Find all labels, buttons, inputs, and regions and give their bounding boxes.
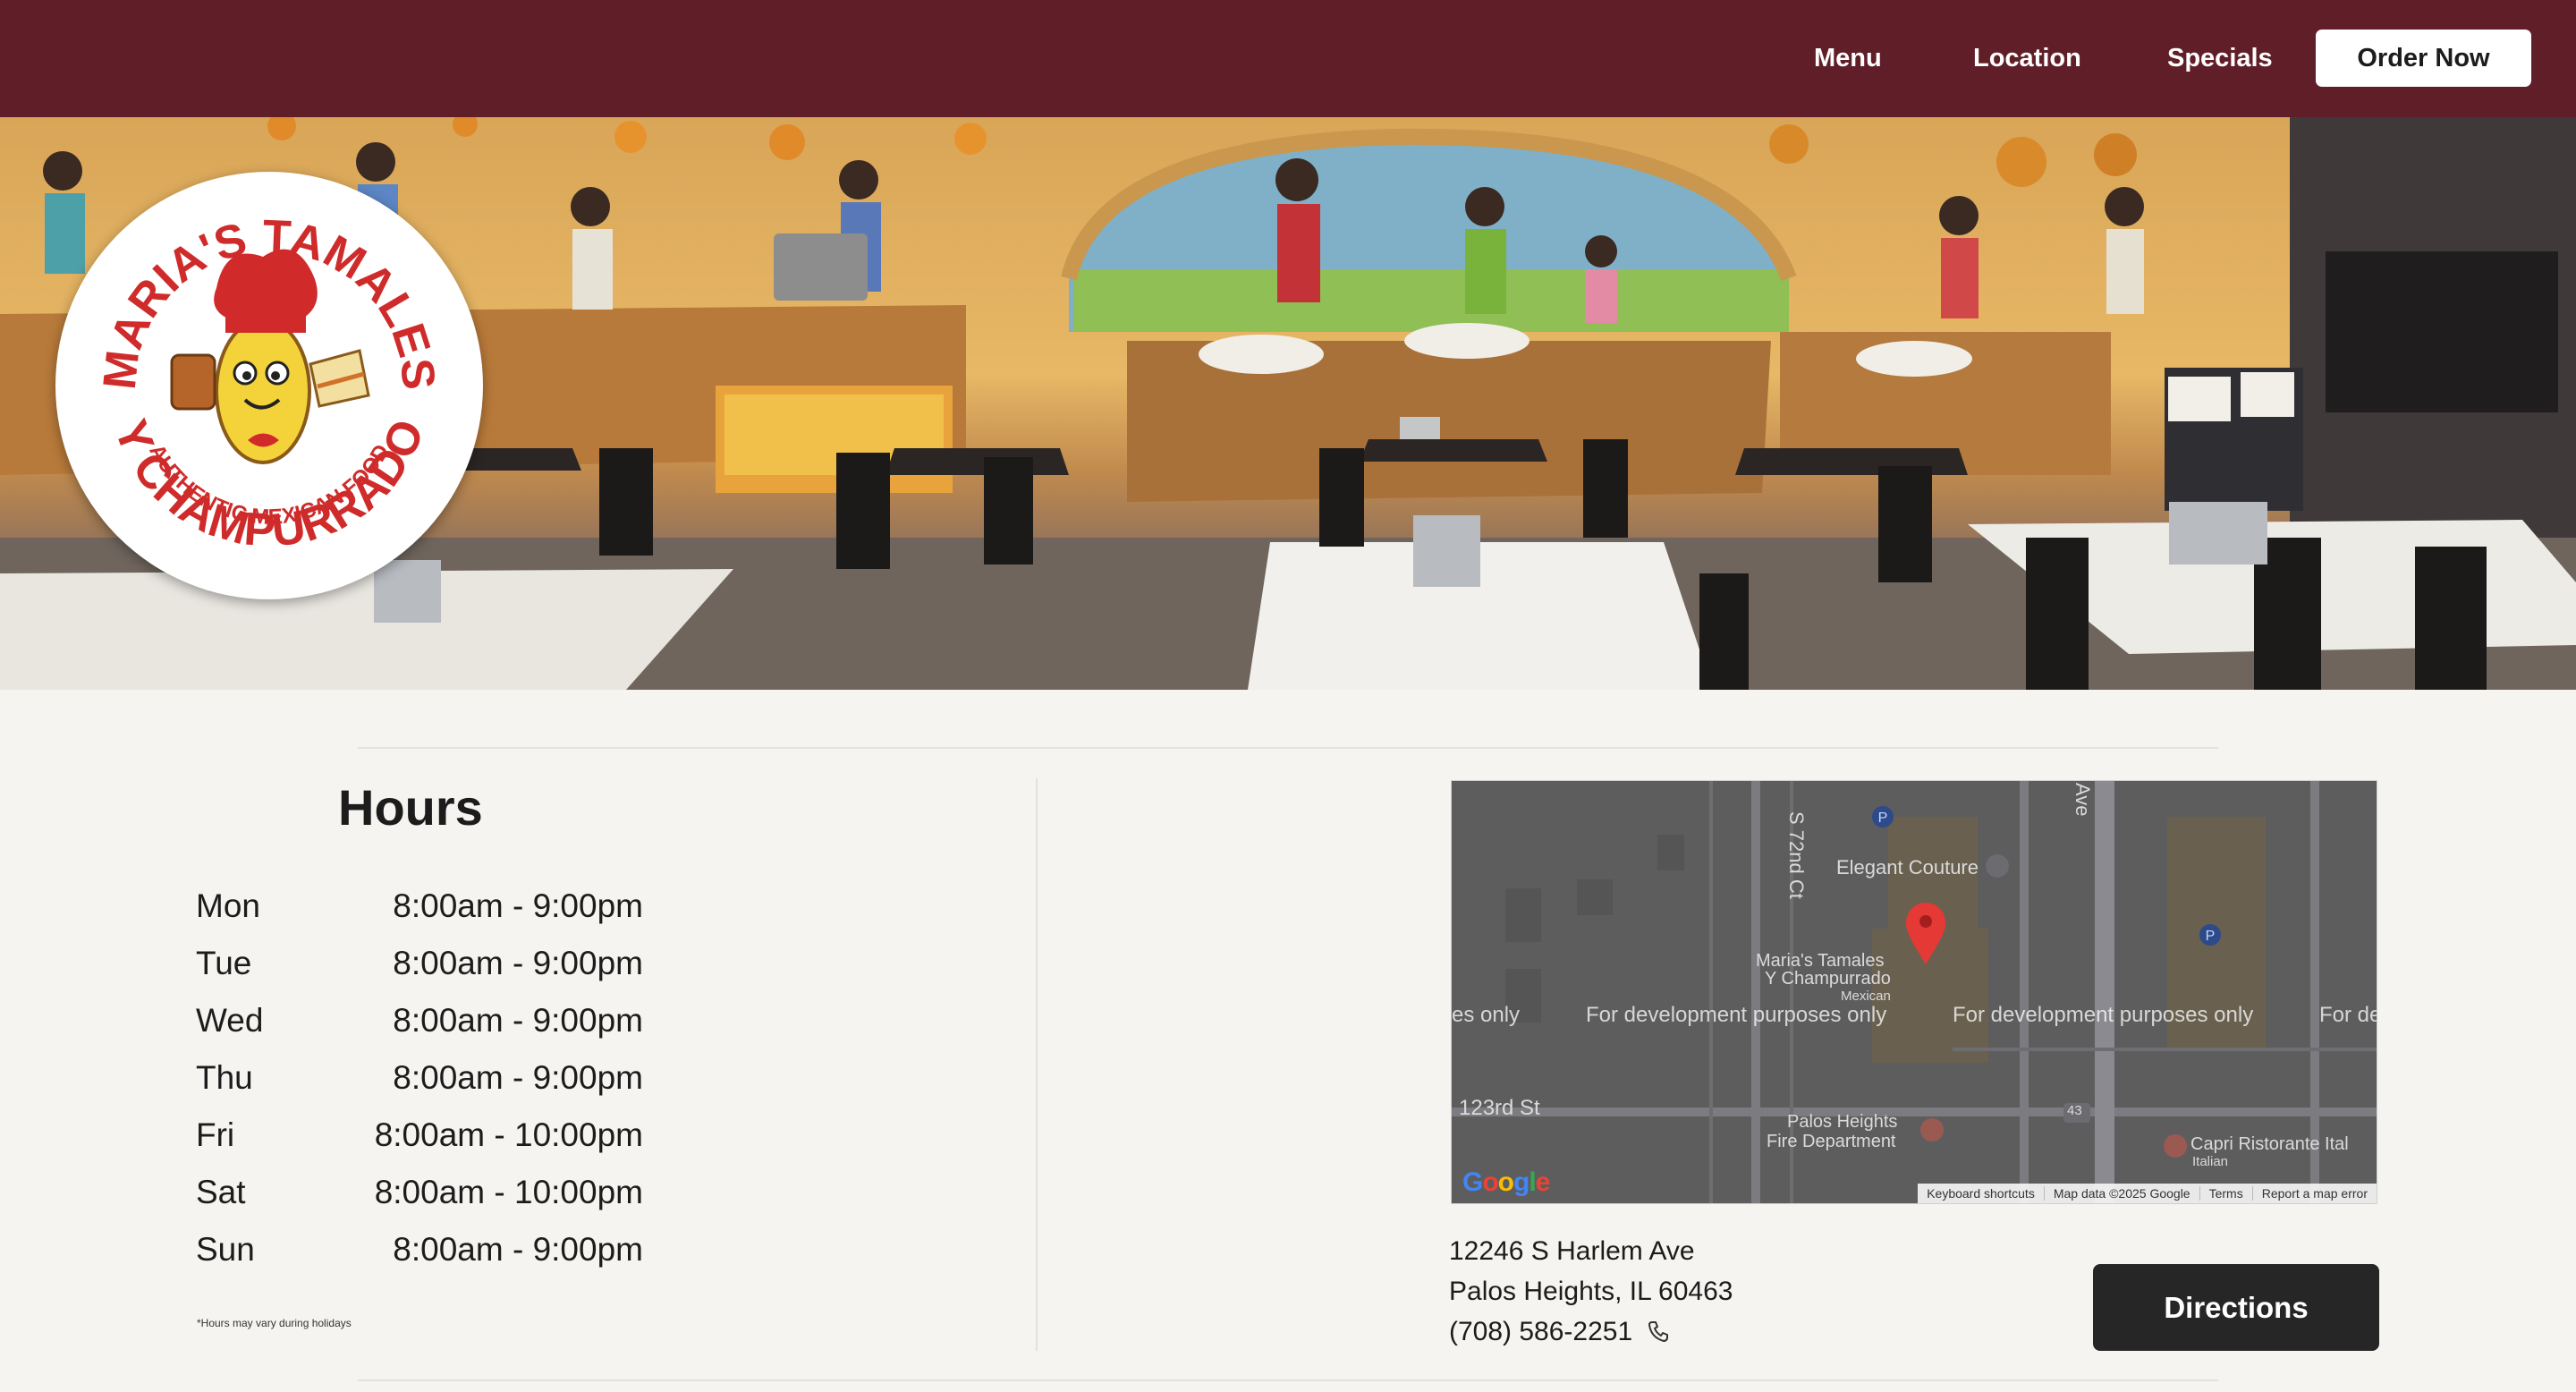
- map-dev-watermark: For development purposes only: [1586, 1003, 1887, 1027]
- map-dev-watermark: For development purposes only: [1953, 1003, 2254, 1027]
- hours-row-thu: Thu 8:00am - 9:00pm: [196, 1056, 661, 1100]
- map-label-fire-2: Fire Department: [1767, 1132, 1896, 1151]
- map-label-marias-2: Y Champurrado: [1765, 969, 1891, 989]
- top-navbar: Menu Location Specials Order Now: [0, 0, 2576, 117]
- hours-day: Thu: [196, 1059, 253, 1096]
- hours-time: 8:00am - 10:00pm: [374, 1116, 643, 1153]
- address-city: Palos Heights, IL 60463: [1449, 1277, 1733, 1306]
- directions-button[interactable]: Directions: [2093, 1264, 2379, 1351]
- nav-location-link[interactable]: Location: [1973, 41, 2081, 75]
- hours-day: Mon: [196, 887, 260, 924]
- map-dev-watermark: For de: [2319, 1003, 2377, 1027]
- map-report-error-link[interactable]: Report a map error: [2251, 1186, 2377, 1201]
- hours-time: 8:00am - 9:00pm: [393, 945, 643, 981]
- section-divider-top: [358, 747, 2218, 749]
- map-label-marias-3: Mexican: [1841, 989, 1891, 1004]
- location-map[interactable]: P P S 72nd Ct Ave Elegant Couture Maria'…: [1451, 780, 2377, 1204]
- map-label-capri-sub: Italian: [2192, 1154, 2229, 1169]
- nav-specials-link[interactable]: Specials: [2167, 41, 2273, 75]
- hours-heading: Hours: [338, 779, 483, 836]
- section-divider-bottom: [358, 1379, 2218, 1381]
- hours-time: 8:00am - 9:00pm: [393, 1002, 643, 1039]
- map-dev-watermark: es only: [1452, 1003, 1521, 1027]
- google-logo: Google: [1462, 1167, 1550, 1197]
- hours-row-sat: Sat 8:00am - 10:00pm: [196, 1170, 661, 1215]
- column-divider: [1036, 778, 1038, 1351]
- map-label-avenue: Ave: [2072, 783, 2094, 817]
- address-street: 12246 S Harlem Ave: [1449, 1236, 1695, 1266]
- nav-menu-link[interactable]: Menu: [1814, 41, 1882, 75]
- hours-row-tue: Tue 8:00am - 9:00pm: [196, 941, 661, 986]
- hours-row-wed: Wed 8:00am - 9:00pm: [196, 998, 661, 1043]
- logo-emblem: MARIA'S TAMALES Y CHAMPURRADO AUTHENTIC …: [94, 211, 445, 557]
- hours-time: 8:00am - 9:00pm: [393, 1059, 643, 1096]
- map-label-elegant-couture: Elegant Couture: [1836, 856, 1979, 878]
- svg-text:P: P: [2206, 929, 2216, 944]
- address-phone[interactable]: (708) 586-2251: [1449, 1314, 1632, 1350]
- map-label-fire-1: Palos Heights: [1787, 1112, 1898, 1132]
- hero-banner-image: MARIA'S TAMALES Y CHAMPURRADO AUTHENTIC …: [0, 117, 2576, 690]
- hours-time: 8:00am - 10:00pm: [374, 1174, 643, 1210]
- hours-day: Sat: [196, 1174, 246, 1210]
- order-now-button[interactable]: Order Now: [2316, 30, 2531, 87]
- hours-day: Tue: [196, 945, 252, 981]
- map-label-123rd: 123rd St: [1459, 1096, 1540, 1120]
- map-terms-link[interactable]: Terms: [2199, 1186, 2252, 1201]
- map-attribution-bar: Keyboard shortcuts Map data ©2025 Google…: [1918, 1184, 2377, 1203]
- restaurant-logo: MARIA'S TAMALES Y CHAMPURRADO AUTHENTIC …: [55, 172, 483, 599]
- phone-icon[interactable]: [1648, 1320, 1669, 1343]
- hours-time: 8:00am - 9:00pm: [393, 887, 643, 924]
- hours-time: 8:00am - 9:00pm: [393, 1231, 643, 1268]
- hours-day: Wed: [196, 1002, 264, 1039]
- map-data-attribution: Map data ©2025 Google: [2043, 1186, 2199, 1201]
- map-label-route: 43: [2067, 1103, 2082, 1118]
- hours-row-mon: Mon 8:00am - 9:00pm: [196, 884, 661, 929]
- map-label-capri: Capri Ristorante Ital: [2190, 1134, 2349, 1154]
- hours-day: Sun: [196, 1231, 255, 1268]
- hours-row-fri: Fri 8:00am - 10:00pm: [196, 1113, 661, 1158]
- hours-holiday-note: *Hours may vary during holidays: [197, 1317, 352, 1329]
- map-keyboard-shortcuts-link[interactable]: Keyboard shortcuts: [1918, 1186, 2044, 1201]
- svg-text:P: P: [1878, 811, 1888, 826]
- hours-row-sun: Sun 8:00am - 9:00pm: [196, 1227, 661, 1272]
- hours-day: Fri: [196, 1116, 235, 1153]
